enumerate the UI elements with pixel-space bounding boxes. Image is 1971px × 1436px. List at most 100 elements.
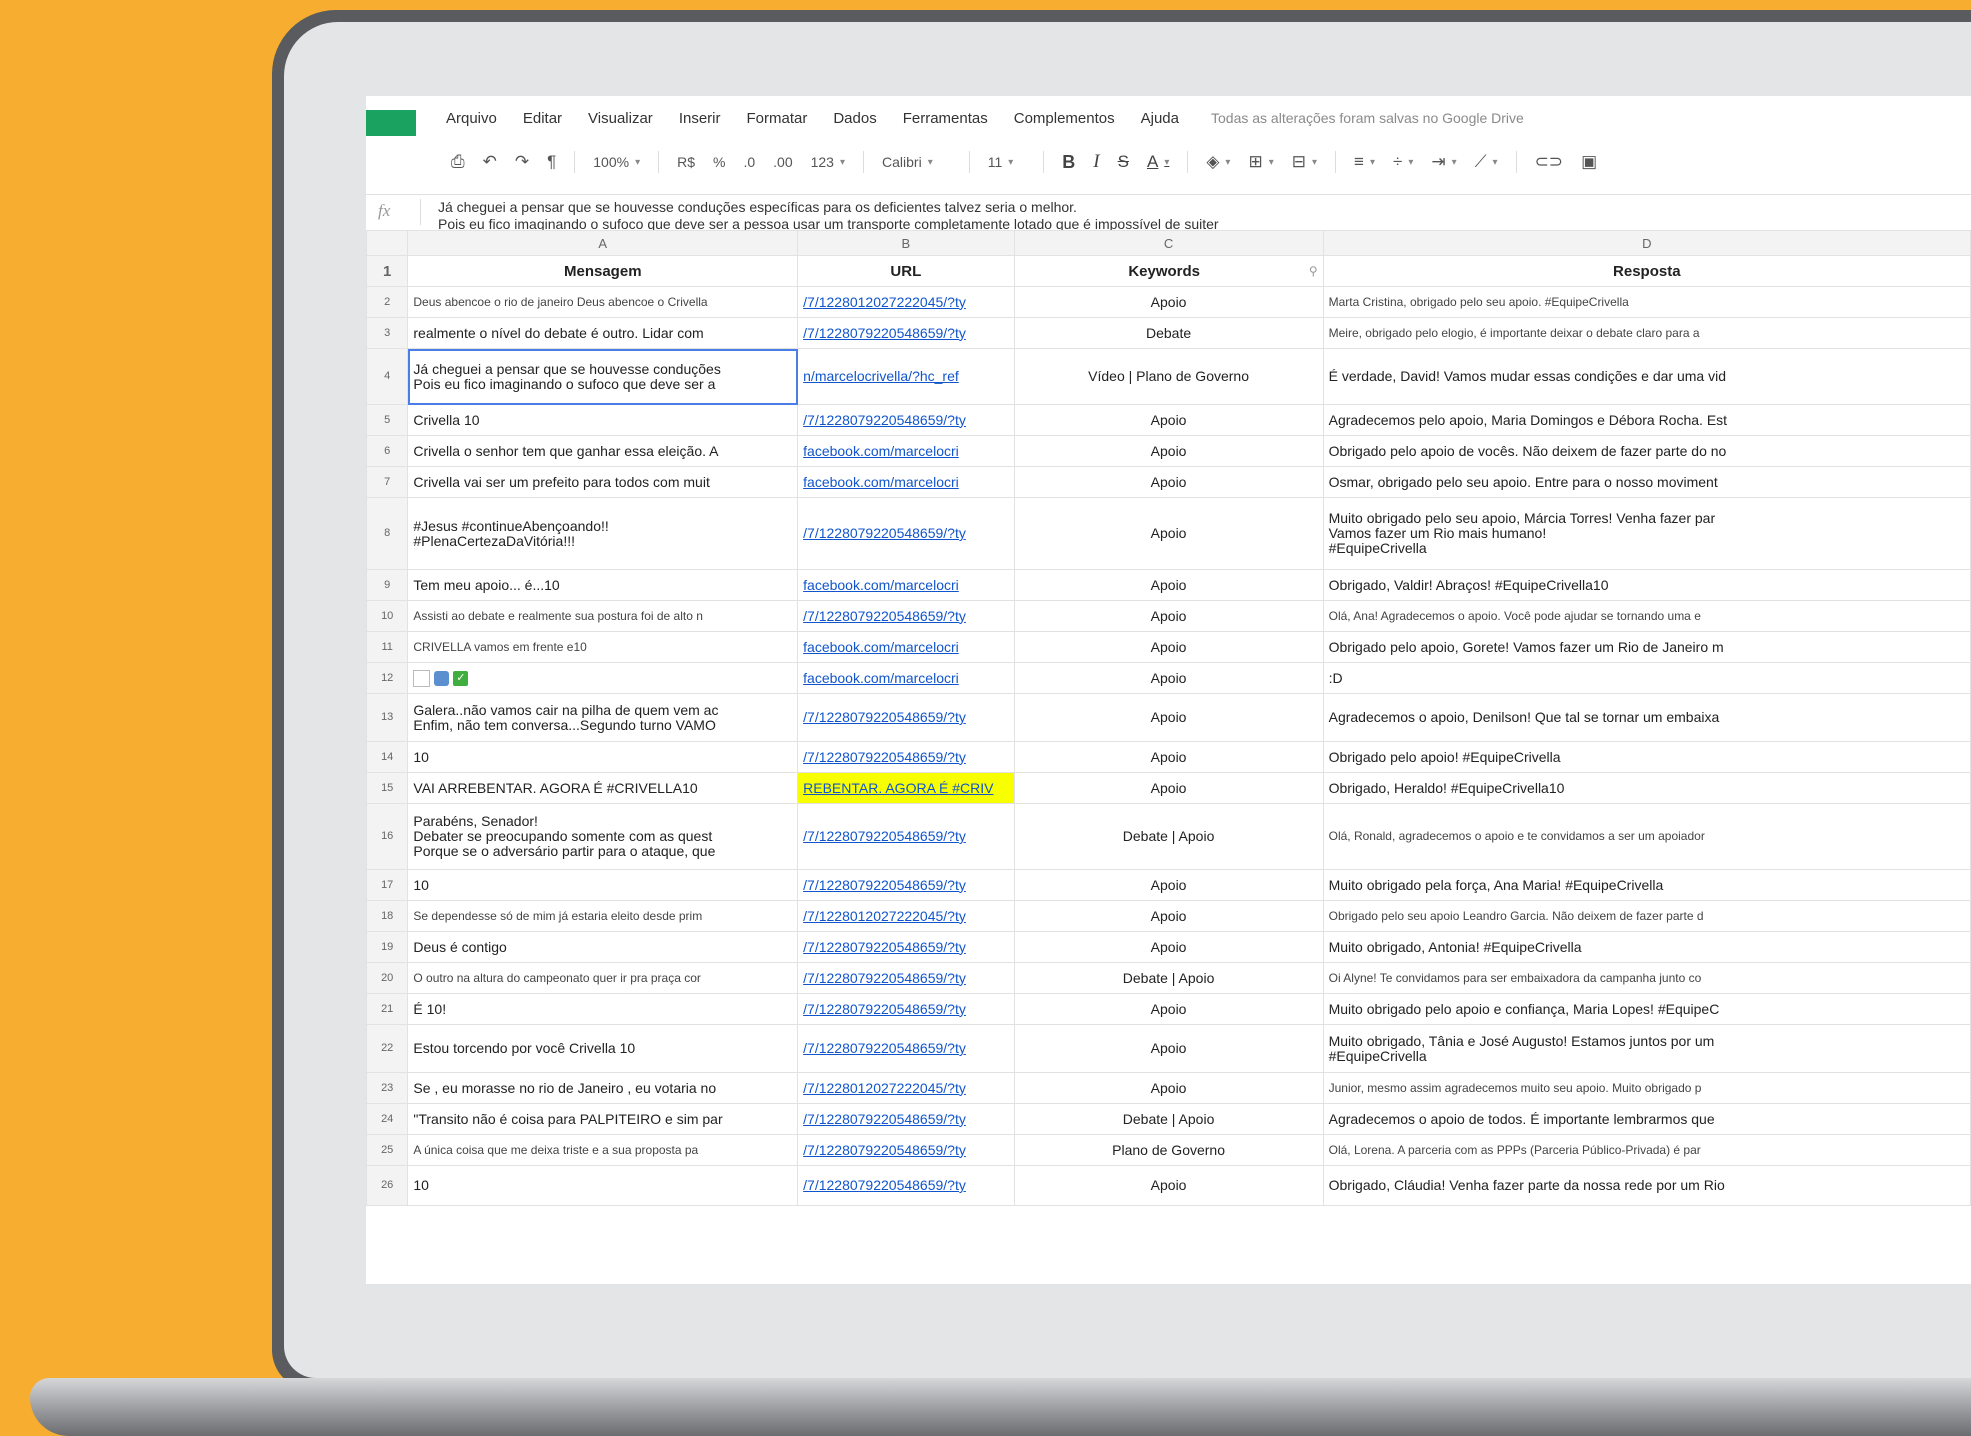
keywords-cell[interactable]: Apoio (1013, 1165, 1324, 1206)
insert-comment-icon[interactable]: ▣ (1581, 152, 1597, 172)
menu-complementos[interactable]: Complementos (1014, 110, 1115, 127)
response-cell[interactable]: Obrigado, Heraldo! #EquipeCrivella10 (1322, 772, 1971, 804)
row-number[interactable]: 12 (366, 662, 409, 694)
menu-ajuda[interactable]: Ajuda (1141, 110, 1179, 127)
message-cell[interactable]: "Transito não é coisa para PALPITEIRO e … (407, 1103, 799, 1135)
response-cell[interactable]: Olá, Lorena. A parceria com as PPPs (Par… (1322, 1134, 1971, 1166)
message-cell[interactable]: #Jesus #continueAbençoando!! #PlenaCerte… (407, 497, 799, 570)
save-status[interactable]: Todas as alterações foram salvas no Goog… (1211, 110, 1524, 127)
keywords-cell[interactable]: Apoio (1013, 466, 1324, 498)
url-cell[interactable]: n/marcelocrivella/?hc_ref (797, 348, 1015, 405)
insert-link-icon[interactable]: ⊂⊃ (1535, 152, 1564, 172)
message-cell[interactable]: Crivella 10 (407, 404, 799, 436)
response-cell[interactable]: Muito obrigado, Tânia e José Augusto! Es… (1322, 1024, 1971, 1073)
italic-button[interactable]: I (1093, 151, 1099, 173)
increase-decimal-button[interactable]: .00 (773, 154, 792, 170)
message-cell[interactable]: Tem meu apoio... é...10 (407, 569, 799, 601)
borders-icon[interactable]: ⊞ (1248, 152, 1273, 172)
row-number[interactable]: 21 (366, 993, 409, 1025)
message-cell[interactable]: Se , eu morasse no rio de Janeiro , eu v… (407, 1072, 799, 1104)
column-header-a[interactable]: A (407, 230, 799, 256)
keywords-cell[interactable]: Apoio (1013, 993, 1324, 1025)
row-number[interactable]: 24 (366, 1103, 409, 1135)
strikethrough-button[interactable]: S (1118, 152, 1129, 172)
response-cell[interactable]: Obrigado pelo apoio, Gorete! Vamos fazer… (1322, 631, 1971, 663)
text-wrap-icon[interactable]: ⇥ (1431, 152, 1456, 172)
url-cell[interactable]: /7/1228079220548659/?ty (797, 803, 1015, 870)
url-cell[interactable]: facebook.com/marcelocri (797, 569, 1015, 601)
row-number[interactable]: 6 (366, 435, 409, 467)
text-rotation-icon[interactable]: ⟋ (1475, 152, 1498, 172)
menu-inserir[interactable]: Inserir (679, 110, 721, 127)
fill-color-icon[interactable]: ◈ (1206, 152, 1230, 172)
response-cell[interactable]: Junior, mesmo assim agradecemos muito se… (1322, 1072, 1971, 1104)
formula-input[interactable]: Já cheguei a pensar que se houvesse cond… (438, 199, 1219, 231)
message-cell[interactable]: Galera..não vamos cair na pilha de quem … (407, 693, 799, 742)
row-number[interactable]: 22 (366, 1024, 409, 1073)
row-number[interactable]: 14 (366, 741, 409, 773)
row-number[interactable]: 20 (366, 962, 409, 994)
keywords-cell[interactable]: Apoio (1013, 600, 1324, 632)
message-cell[interactable]: Deus é contigo (407, 931, 799, 963)
keywords-cell[interactable]: Apoio (1013, 497, 1324, 570)
keywords-cell[interactable]: Apoio (1013, 741, 1324, 773)
row-number[interactable]: 5 (366, 404, 409, 436)
message-cell[interactable]: A única coisa que me deixa triste e a su… (407, 1134, 799, 1166)
more-formats-select[interactable]: 123 (811, 154, 845, 170)
url-cell[interactable]: /7/1228012027222045/?ty (797, 286, 1015, 318)
response-cell[interactable]: Olá, Ana! Agradecemos o apoio. Você pode… (1322, 600, 1971, 632)
header-url[interactable]: URL (797, 255, 1015, 287)
response-cell[interactable]: Agradecemos pelo apoio, Maria Domingos e… (1322, 404, 1971, 436)
url-cell[interactable]: /7/1228079220548659/?ty (797, 600, 1015, 632)
message-cell[interactable]: Estou torcendo por você Crivella 10 (407, 1024, 799, 1073)
column-header-c[interactable]: C (1013, 230, 1324, 256)
header-resposta[interactable]: Resposta (1322, 255, 1971, 287)
url-cell[interactable]: /7/1228079220548659/?ty (797, 404, 1015, 436)
menu-editar[interactable]: Editar (523, 110, 562, 127)
merge-cells-icon[interactable]: ⊟ (1292, 152, 1317, 172)
row-number[interactable]: 11 (366, 631, 409, 663)
header-mensagem[interactable]: Mensagem (407, 255, 799, 287)
message-cell[interactable]: Parabéns, Senador! Debater se preocupand… (407, 803, 799, 870)
keywords-cell[interactable]: Apoio (1013, 931, 1324, 963)
row-number[interactable]: 25 (366, 1134, 409, 1166)
keywords-cell[interactable]: Apoio (1013, 1024, 1324, 1073)
message-cell[interactable]: CRIVELLA vamos em frente e10 (407, 631, 799, 663)
keywords-cell[interactable]: Plano de Governo (1013, 1134, 1324, 1166)
row-number[interactable]: 4 (366, 348, 409, 405)
vertical-align-icon[interactable]: ÷ (1393, 152, 1413, 172)
url-cell[interactable]: /7/1228079220548659/?ty (797, 869, 1015, 901)
keywords-cell[interactable]: Apoio (1013, 404, 1324, 436)
row-number[interactable]: 18 (366, 900, 409, 932)
response-cell[interactable]: :D (1322, 662, 1971, 694)
url-cell[interactable]: facebook.com/marcelocri (797, 662, 1015, 694)
message-cell[interactable]: 10 (407, 741, 799, 773)
keywords-cell[interactable]: Vídeo | Plano de Governo (1013, 348, 1324, 405)
menu-arquivo[interactable]: Arquivo (446, 110, 497, 127)
keywords-cell[interactable]: Debate (1013, 317, 1324, 349)
url-cell[interactable]: /7/1228079220548659/?ty (797, 962, 1015, 994)
filter-icon[interactable]: ⚲ (1309, 264, 1318, 279)
row-number[interactable]: 15 (366, 772, 409, 804)
message-cell[interactable]: realmente o nível do debate é outro. Lid… (407, 317, 799, 349)
url-cell[interactable]: /7/1228079220548659/?ty (797, 741, 1015, 773)
redo-icon[interactable]: ↷ (515, 152, 529, 172)
row-number[interactable]: 10 (366, 600, 409, 632)
response-cell[interactable]: Muito obrigado, Antonia! #EquipeCrivella (1322, 931, 1971, 963)
menu-visualizar[interactable]: Visualizar (588, 110, 653, 127)
url-cell[interactable]: /7/1228079220548659/?ty (797, 1103, 1015, 1135)
response-cell[interactable]: Obrigado, Cláudia! Venha fazer parte da … (1322, 1165, 1971, 1206)
message-cell[interactable]: ✓ (407, 662, 799, 694)
horizontal-align-icon[interactable]: ≡ (1354, 152, 1375, 172)
row-number[interactable]: 23 (366, 1072, 409, 1104)
response-cell[interactable]: Obrigado pelo seu apoio Leandro Garcia. … (1322, 900, 1971, 932)
row-number[interactable]: 7 (366, 466, 409, 498)
url-cell[interactable]: /7/1228079220548659/?ty (797, 1134, 1015, 1166)
row-number[interactable]: 9 (366, 569, 409, 601)
response-cell[interactable]: Meire, obrigado pelo elogio, é important… (1322, 317, 1971, 349)
keywords-cell[interactable]: Apoio (1013, 869, 1324, 901)
response-cell[interactable]: Osmar, obrigado pelo seu apoio. Entre pa… (1322, 466, 1971, 498)
url-cell[interactable]: /7/1228079220548659/?ty (797, 317, 1015, 349)
message-cell[interactable]: 10 (407, 1165, 799, 1206)
column-header-b[interactable]: B (797, 230, 1015, 256)
